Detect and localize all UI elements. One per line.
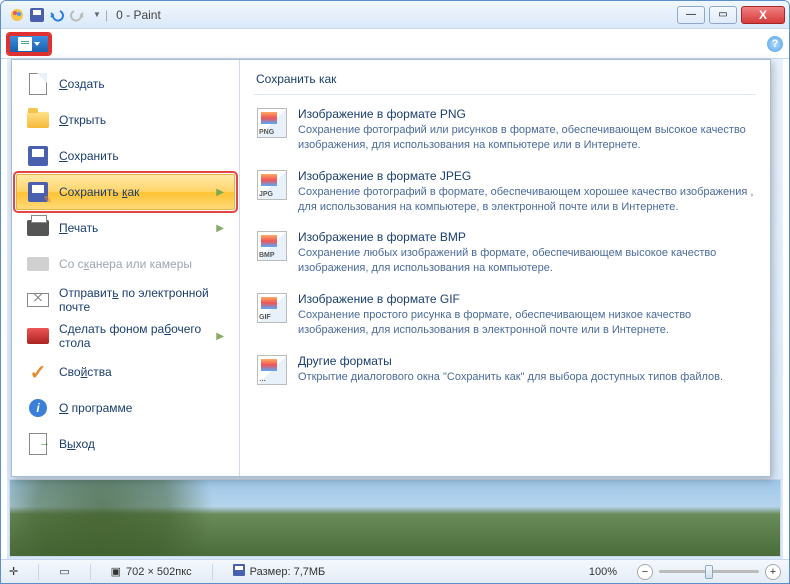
info-icon: i [27, 397, 49, 419]
menu-item-desk[interactable]: Сделать фоном рабочего стола ▶ [16, 318, 235, 354]
zoom-out-button[interactable]: − [637, 564, 653, 580]
zoom-level: 100% [589, 566, 617, 578]
desk-icon [27, 325, 49, 347]
mail-icon [27, 289, 49, 311]
folder-icon [27, 109, 49, 131]
zoom-thumb[interactable] [705, 565, 713, 579]
save-as-icon: ✎ [27, 181, 49, 203]
quick-access-toolbar: ▼ [9, 7, 105, 23]
check-icon: ✓ [27, 361, 49, 383]
format-item-png[interactable]: Изображение в формате PNG Сохранение фото… [254, 101, 756, 163]
menu-item-mail[interactable]: Отправить по электронной почте [16, 282, 235, 318]
format-item-jpg[interactable]: Изображение в формате JPEG Сохранение фот… [254, 163, 756, 225]
crosshair-icon: ✛ [9, 565, 18, 578]
qat-dropdown-icon[interactable]: ▼ [89, 7, 105, 23]
window-title: 0 - Paint [116, 8, 161, 22]
save-icon[interactable] [29, 7, 45, 23]
menu-item-label: Со сканера или камеры [59, 257, 192, 271]
format-title: Изображение в формате BMP [298, 230, 754, 244]
format-title: Другие форматы [298, 354, 723, 368]
format-bmp-icon [256, 230, 288, 262]
format-description: Сохранение простого рисунка в формате, о… [298, 308, 754, 338]
menu-item-save[interactable]: Сохранить [16, 138, 235, 174]
doc-icon [27, 73, 49, 95]
file-menu-button[interactable] [7, 33, 51, 55]
menu-item-folder[interactable]: Открыть [16, 102, 235, 138]
format-item-gif[interactable]: Изображение в формате GIF Сохранение прос… [254, 286, 756, 348]
menu-item-label: Печать [59, 221, 98, 235]
menu-item-label: Открыть [59, 113, 106, 127]
menu-item-check[interactable]: ✓ Свойства [16, 354, 235, 390]
caret-down-icon [34, 42, 40, 46]
format-description: Открытие диалогового окна "Сохранить как… [298, 370, 723, 385]
selection-icon: ▭ [59, 565, 69, 578]
file-menu-dropdown: СоздатьОткрытьСохранить✎Сохранить как▶Пе… [11, 59, 771, 477]
menu-item-label: Отправить по электронной почте [59, 286, 224, 314]
zoom-in-button[interactable]: + [765, 564, 781, 580]
disk-icon [233, 564, 245, 579]
format-title: Изображение в формате PNG [298, 107, 754, 121]
zoom-value: 100% [589, 566, 617, 578]
format-description: Сохранение фотографий или рисунков в фор… [298, 123, 754, 153]
format-item-bmp[interactable]: Изображение в формате BMP Сохранение любы… [254, 224, 756, 286]
zoom-slider[interactable]: − + [637, 564, 781, 580]
scan-icon [27, 253, 49, 275]
dimensions-icon: ▣ [111, 565, 121, 578]
chevron-right-icon: ▶ [216, 223, 224, 234]
app-icon [9, 7, 25, 23]
menu-item-label: Сохранить как [59, 185, 139, 199]
format-title: Изображение в формате GIF [298, 292, 754, 306]
menu-item-label: Создать [59, 77, 105, 91]
menu-item-label: О программе [59, 401, 132, 415]
submenu-title: Сохранить как [254, 68, 756, 95]
menu-item-label: Сделать фоном рабочего стола [59, 322, 206, 350]
titlebar: ▼ | 0 - Paint — ▭ X [1, 1, 789, 29]
save-icon [27, 145, 49, 167]
file-menu-list: СоздатьОткрытьСохранить✎Сохранить как▶Пе… [12, 60, 240, 476]
maximize-button[interactable]: ▭ [709, 6, 737, 24]
undo-icon[interactable] [49, 7, 65, 23]
help-button[interactable]: ? [767, 36, 783, 52]
format-png-icon [256, 107, 288, 139]
menu-item-exit[interactable]: Выход [16, 426, 235, 462]
statusbar: ✛ ▭ ▣ 702 × 502пкс Размер: 7,7МБ 100% − … [1, 559, 789, 583]
save-as-submenu: Сохранить как Изображение в формате PNG С… [240, 60, 770, 476]
format-description: Сохранение любых изображений в формате, … [298, 246, 754, 276]
canvas-image [10, 480, 780, 556]
minimize-button[interactable]: — [677, 6, 705, 24]
exit-icon [27, 433, 49, 455]
file-icon [18, 37, 32, 51]
paint-window: ▼ | 0 - Paint — ▭ X ? енениеетов Создать… [0, 0, 790, 584]
menu-item-info[interactable]: i О программе [16, 390, 235, 426]
canvas-area[interactable] [9, 479, 781, 557]
print-icon [27, 217, 49, 239]
chevron-right-icon: ▶ [216, 331, 224, 342]
ribbon-tabs: ? [1, 29, 789, 59]
format-jpg-icon [256, 169, 288, 201]
zoom-track[interactable] [659, 570, 759, 573]
format-item-other[interactable]: Другие форматы Открытие диалогового окна … [254, 348, 756, 396]
menu-item-doc[interactable]: Создать [16, 66, 235, 102]
close-button[interactable]: X [741, 6, 785, 24]
format-description: Сохранение фотографий в формате, обеспеч… [298, 185, 754, 215]
file-size: Размер: 7,7МБ [233, 564, 326, 579]
format-gif-icon [256, 292, 288, 324]
menu-item-save-as[interactable]: ✎ Сохранить как ▶ [16, 174, 235, 210]
file-size-value: Размер: 7,7МБ [250, 566, 326, 578]
menu-item-print[interactable]: Печать ▶ [16, 210, 235, 246]
dimensions-value: 702 × 502пкс [126, 566, 192, 578]
cursor-position: ✛ [9, 565, 18, 578]
format-title: Изображение в формате JPEG [298, 169, 754, 183]
format-other-icon [256, 354, 288, 386]
redo-icon[interactable] [69, 7, 85, 23]
selection-size: ▭ [59, 565, 69, 578]
menu-item-label: Выход [59, 437, 95, 451]
menu-item-scan: Со сканера или камеры [16, 246, 235, 282]
image-dimensions: ▣ 702 × 502пкс [111, 565, 192, 578]
menu-item-label: Свойства [59, 365, 112, 379]
menu-item-label: Сохранить [59, 149, 119, 163]
chevron-right-icon: ▶ [216, 187, 224, 198]
